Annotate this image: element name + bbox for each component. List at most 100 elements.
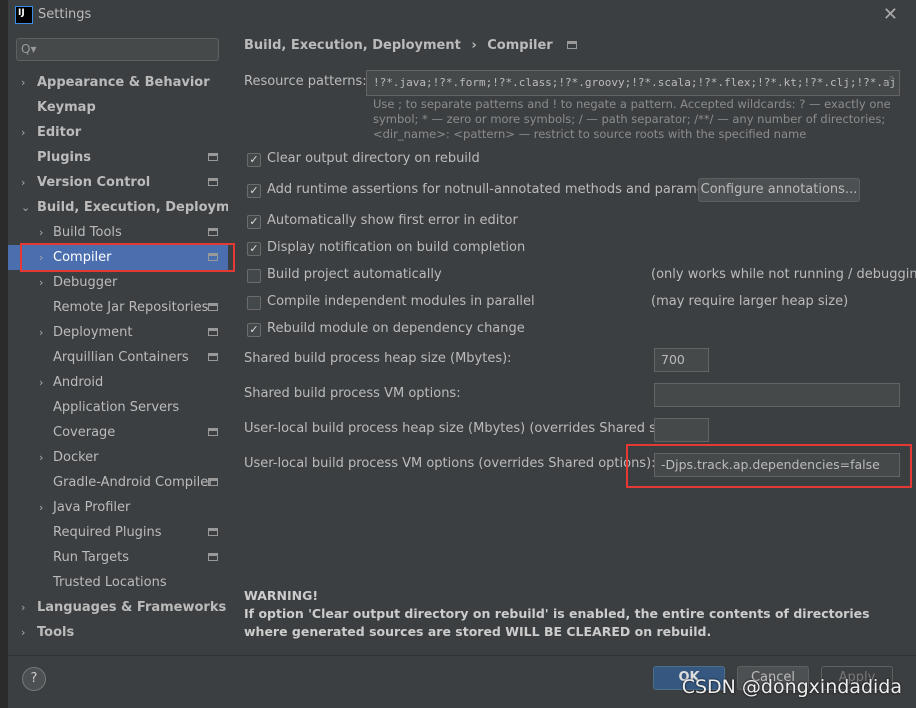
sidebar-item-label: Run Targets — [53, 550, 130, 565]
chevron-icon[interactable]: › — [21, 595, 25, 620]
checkbox[interactable]: ✓ — [247, 153, 261, 167]
checkbox-label[interactable]: Add runtime assertions for notnull-annot… — [267, 182, 730, 197]
settings-sidebar: Q▾ › Appearance & Behavior Keymap › Editor Pl… — [8, 30, 235, 655]
sidebar-item-label: Build Tools — [53, 225, 122, 240]
sidebar-item-application-servers[interactable]: Application Servers — [8, 395, 228, 420]
sidebar-item-keymap[interactable]: Keymap — [8, 95, 228, 120]
checkbox[interactable]: ✓ — [247, 215, 261, 229]
sidebar-item-label: Debugger — [53, 275, 118, 290]
checkbox[interactable]: ✓ — [247, 184, 261, 198]
chevron-icon[interactable]: › — [39, 370, 43, 395]
field-label: Shared build process heap size (Mbytes): — [244, 351, 512, 366]
resource-patterns-input[interactable]: !?*.java;!?*.form;!?*.class;!?*.groovy;!… — [366, 70, 900, 96]
compiler-panel: Build, Execution, Deployment › Compiler … — [228, 30, 916, 655]
close-icon[interactable]: ✕ — [883, 4, 898, 25]
sidebar-item-label: Required Plugins — [53, 525, 162, 540]
sidebar-item-editor[interactable]: › Editor — [8, 120, 228, 145]
sidebar-item-languages-frameworks[interactable]: › Languages & Frameworks — [8, 595, 228, 620]
warning-text: WARNING! If option 'Clear output directo… — [244, 587, 909, 641]
checkbox[interactable] — [247, 269, 261, 283]
project-scope-icon — [208, 303, 218, 311]
sidebar-item-label: Arquillian Containers — [53, 350, 189, 365]
sidebar-item-run-targets[interactable]: Run Targets — [8, 545, 228, 570]
sidebar-item-label: Gradle-Android Compiler — [53, 475, 214, 490]
resource-patterns-label: Resource patterns: — [244, 74, 367, 89]
sidebar-item-label: Deployment — [53, 325, 133, 340]
highlight-box — [20, 243, 235, 272]
sidebar-item-label: Build, Execution, Deployment — [37, 200, 228, 215]
sidebar-item-trusted-locations[interactable]: Trusted Locations — [8, 570, 228, 595]
checkbox[interactable] — [247, 296, 261, 310]
configure-annotations-button[interactable]: Configure annotations... — [698, 178, 860, 202]
settings-dialog: IJ Settings ✕ Q▾ › Appearance & Behavior K… — [8, 0, 916, 708]
breadcrumb-current: Compiler — [487, 38, 553, 53]
sidebar-item-label: Editor — [37, 125, 82, 140]
field-label: Shared build process VM options: — [244, 386, 461, 401]
sidebar-item-debugger[interactable]: › Debugger — [8, 270, 228, 295]
project-scope-icon — [208, 553, 218, 561]
expand-icon[interactable]: ⤢ — [883, 74, 893, 89]
project-scope-icon — [208, 228, 218, 236]
checkbox-label[interactable]: Display notification on build completion — [267, 240, 525, 255]
checkbox-label[interactable]: Clear output directory on rebuild — [267, 151, 480, 166]
resource-patterns-hint: Use ; to separate patterns and ! to nega… — [373, 97, 891, 141]
chevron-icon[interactable]: ⌄ — [21, 195, 30, 220]
project-scope-icon — [208, 178, 218, 186]
help-button[interactable]: ? — [22, 667, 46, 691]
checkbox-label[interactable]: Automatically show first error in editor — [267, 213, 518, 228]
breadcrumb-separator: › — [471, 38, 477, 53]
field-input[interactable] — [654, 418, 709, 442]
sidebar-item-required-plugins[interactable]: Required Plugins — [8, 520, 228, 545]
sidebar-item-arquillian-containers[interactable]: Arquillian Containers — [8, 345, 228, 370]
chevron-icon[interactable]: › — [21, 170, 25, 195]
warning-body: If option 'Clear output directory on reb… — [244, 606, 870, 639]
sidebar-item-java-profiler[interactable]: › Java Profiler — [8, 495, 228, 520]
sidebar-item-build-tools[interactable]: › Build Tools — [8, 220, 228, 245]
sidebar-item-label: Keymap — [37, 100, 96, 115]
sidebar-item-tools[interactable]: › Tools — [8, 620, 228, 645]
sidebar-item-deployment[interactable]: › Deployment — [8, 320, 228, 345]
dialog-footer: ? OK Cancel Apply CSDN @dongxindadida — [8, 655, 916, 708]
checkbox-label[interactable]: Build project automatically — [267, 267, 442, 282]
chevron-icon[interactable]: › — [21, 120, 25, 145]
sidebar-item-label: Android — [53, 375, 104, 390]
sidebar-item-version-control[interactable]: › Version Control — [8, 170, 228, 195]
option-note: (only works while not running / debuggin… — [651, 267, 916, 282]
checkbox[interactable]: ✓ — [247, 242, 261, 256]
sidebar-item-label: Plugins — [37, 150, 91, 165]
chevron-icon[interactable]: › — [21, 70, 25, 95]
sidebar-item-label: Application Servers — [53, 400, 180, 415]
sidebar-item-label: Remote Jar Repositories — [53, 300, 209, 315]
sidebar-item-gradle-android-compiler[interactable]: Gradle-Android Compiler — [8, 470, 228, 495]
sidebar-item-docker[interactable]: › Docker — [8, 445, 228, 470]
project-scope-icon — [208, 353, 218, 361]
sidebar-item-appearance-behavior[interactable]: › Appearance & Behavior — [8, 70, 228, 95]
sidebar-item-build-execution-deployment[interactable]: ⌄ Build, Execution, Deployment — [8, 195, 228, 220]
search-input[interactable]: Q▾ — [16, 38, 219, 61]
sidebar-item-label: Appearance & Behavior — [37, 75, 210, 90]
checkbox-label[interactable]: Rebuild module on dependency change — [267, 321, 525, 336]
sidebar-item-plugins[interactable]: Plugins — [8, 145, 228, 170]
sidebar-item-android[interactable]: › Android — [8, 370, 228, 395]
checkbox[interactable]: ✓ — [247, 323, 261, 337]
sidebar-item-label: Coverage — [53, 425, 116, 440]
project-scope-icon — [208, 328, 218, 336]
field-input[interactable]: 700 — [654, 348, 709, 372]
field-label: User-local build process heap size (Mbyt… — [244, 421, 684, 436]
sidebar-item-label: Trusted Locations — [53, 575, 167, 590]
chevron-icon[interactable]: › — [39, 445, 43, 470]
field-input[interactable] — [654, 383, 900, 407]
chevron-icon[interactable]: › — [39, 270, 43, 295]
chevron-icon[interactable]: › — [21, 620, 25, 645]
breadcrumb-parent[interactable]: Build, Execution, Deployment — [244, 38, 461, 53]
sidebar-item-remote-jar-repositories[interactable]: Remote Jar Repositories — [8, 295, 228, 320]
sidebar-item-coverage[interactable]: Coverage — [8, 420, 228, 445]
chevron-icon[interactable]: › — [39, 495, 43, 520]
project-scope-icon — [208, 153, 218, 161]
chevron-icon[interactable]: › — [39, 220, 43, 245]
window-title: Settings — [38, 7, 92, 22]
sidebar-item-label: Java Profiler — [53, 500, 131, 515]
chevron-icon[interactable]: › — [39, 320, 43, 345]
checkbox-label[interactable]: Compile independent modules in parallel — [267, 294, 535, 309]
project-scope-icon — [567, 41, 578, 49]
